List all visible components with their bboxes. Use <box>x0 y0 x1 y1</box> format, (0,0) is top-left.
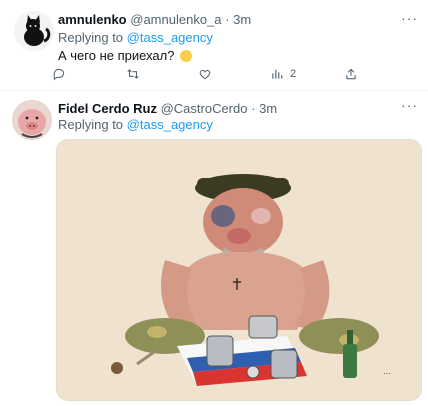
avatar[interactable] <box>14 11 54 51</box>
retweet-button[interactable] <box>126 64 140 84</box>
share-button[interactable] <box>344 64 358 84</box>
author-name[interactable]: Fidel Cerdo Ruz <box>58 101 157 116</box>
separator-dot: · <box>251 101 256 116</box>
pig-avatar-image <box>12 100 52 140</box>
replying-to-link[interactable]: @tass_agency <box>127 30 213 45</box>
tweet-actions: 2 <box>48 64 418 84</box>
tweet-text-content: А чего не приехал? <box>58 48 175 63</box>
more-icon[interactable]: ··· <box>401 97 418 113</box>
author-handle[interactable]: @amnulenko_a <box>130 12 221 27</box>
artist-signature: … <box>383 367 391 376</box>
replying-prefix: Replying to <box>58 117 124 132</box>
rolling-laughing-emoji-icon <box>180 50 193 62</box>
replying-to: Replying to @tass_agency <box>58 117 213 132</box>
tweet-image[interactable]: … <box>56 139 422 401</box>
like-icon <box>199 69 211 80</box>
views-button[interactable]: 2 <box>270 64 296 84</box>
separator-dot: · <box>225 12 230 27</box>
tweet-header: Fidel Cerdo Ruz @CastroCerdo · 3m <box>58 101 277 116</box>
timestamp[interactable]: 3m <box>259 101 277 116</box>
views-icon <box>272 69 283 79</box>
reply-icon <box>53 68 65 81</box>
reply-button[interactable] <box>52 64 66 84</box>
author-name[interactable]: amnulenko <box>58 12 127 27</box>
more-icon[interactable]: ··· <box>401 10 418 26</box>
avatar[interactable] <box>12 100 52 140</box>
replying-to-link[interactable]: @tass_agency <box>127 117 213 132</box>
replying-prefix: Replying to <box>58 30 124 45</box>
retweet-icon <box>127 69 139 79</box>
tweet-header: amnulenko @amnulenko_a · 3m <box>58 12 251 27</box>
views-count: 2 <box>290 68 297 80</box>
tweet-text: А чего не приехал? <box>58 48 193 63</box>
share-icon <box>346 68 356 80</box>
tweet[interactable]: Fidel Cerdo Ruz @CastroCerdo · 3m ··· Re… <box>0 91 428 406</box>
replying-to: Replying to @tass_agency <box>58 30 213 45</box>
tweet[interactable]: amnulenko @amnulenko_a · 3m ··· Replying… <box>0 0 428 91</box>
like-button[interactable] <box>198 64 212 84</box>
timestamp[interactable]: 3m <box>233 12 251 27</box>
caricature-illustration: … <box>57 140 421 400</box>
author-handle[interactable]: @CastroCerdo <box>161 101 248 116</box>
cat-avatar-image <box>14 11 54 51</box>
